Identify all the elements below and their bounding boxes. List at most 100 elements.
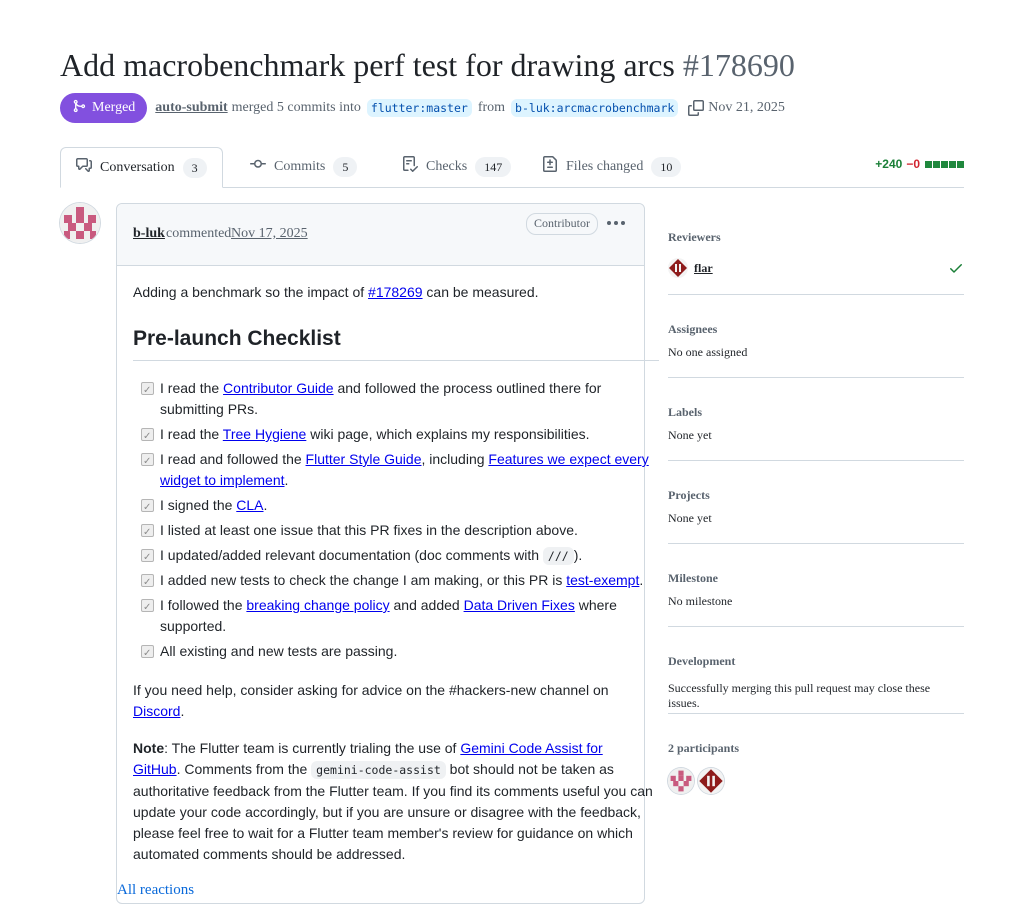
participant-avatar[interactable]: [668, 768, 694, 794]
divider: [668, 713, 964, 714]
test-exempt-link[interactable]: test-exempt: [566, 572, 639, 588]
git-merge-icon: [72, 99, 86, 118]
checklist-heading: Pre-launch Checklist: [133, 326, 659, 361]
list-item: I signed the CLA.: [141, 495, 660, 518]
note-paragraph: Note: The Flutter team is currently tria…: [133, 740, 653, 862]
labels-value: None yet: [668, 428, 712, 442]
tab-commits[interactable]: Commits 5: [250, 147, 358, 186]
divider: [668, 543, 964, 544]
tab-files-changed[interactable]: Files changed 10: [542, 147, 682, 186]
pr-title: Add macrobenchmark perf test for drawing…: [60, 47, 675, 83]
reviewer-row: flar: [668, 257, 964, 279]
pr-meta: Merged auto-submit merged 5 commits into…: [60, 93, 785, 123]
reviewers-heading[interactable]: Reviewers: [668, 230, 964, 245]
comment-author[interactable]: b-luk: [133, 226, 165, 242]
participants-list: [668, 768, 964, 794]
avatar[interactable]: [60, 203, 100, 243]
tab-counter: 3: [182, 157, 207, 178]
comment-header: b-luk commented Nov 17, 2025 Contributor: [117, 204, 644, 266]
task-checkbox[interactable]: [141, 572, 154, 593]
reviewer-avatar[interactable]: [668, 258, 688, 278]
additions-count: +240: [875, 157, 903, 171]
deletions-count: −0: [906, 157, 920, 171]
inline-code: ///: [542, 547, 574, 565]
comment-action: commented: [166, 226, 232, 241]
comment-date[interactable]: Nov 17, 2025: [231, 226, 308, 242]
copy-icon[interactable]: [688, 100, 705, 116]
tab-conversation[interactable]: Conversation 3: [60, 147, 223, 188]
task-checkbox[interactable]: [141, 380, 154, 401]
comment-discussion-icon: [76, 157, 92, 178]
labels-heading[interactable]: Labels: [668, 405, 964, 420]
file-diff-icon: [542, 156, 558, 177]
checklist-icon: [402, 156, 419, 177]
participant-avatar[interactable]: [698, 768, 724, 794]
task-checkbox[interactable]: [141, 522, 154, 543]
all-reactions-link[interactable]: All reactions: [117, 882, 194, 899]
discord-link[interactable]: Discord: [133, 703, 180, 719]
diffstat-bar: [924, 157, 964, 171]
issue-link[interactable]: #178269: [368, 284, 423, 300]
tab-label: Checks: [426, 158, 468, 174]
tab-label: Files changed: [566, 158, 644, 174]
help-paragraph: If you need help, consider asking for ad…: [133, 682, 609, 719]
page-title: Add macrobenchmark perf test for drawing…: [60, 44, 795, 86]
task-checkbox[interactable]: [141, 547, 154, 568]
head-branch[interactable]: b-luk:arcmacrobenchmark: [511, 99, 679, 117]
list-item: I read the Tree Hygiene wiki page, which…: [141, 424, 660, 447]
contributor-guide-link[interactable]: Contributor Guide: [223, 380, 334, 396]
assignees-value: No one assigned: [668, 345, 748, 359]
tab-label: Commits: [274, 158, 326, 174]
list-item: I read and followed the Flutter Style Gu…: [141, 449, 660, 491]
list-item: I listed at least one issue that this PR…: [141, 520, 660, 543]
divider: [668, 294, 964, 295]
check-icon: [948, 260, 964, 281]
kebab-horizontal-icon[interactable]: [605, 214, 627, 232]
data-driven-fixes-link[interactable]: Data Driven Fixes: [464, 597, 575, 613]
task-checkbox[interactable]: [141, 426, 154, 447]
from-text: from: [477, 100, 506, 115]
intro-paragraph: Adding a benchmark so the impact of #178…: [133, 284, 539, 300]
list-item: I read the Contributor Guide and followe…: [141, 378, 660, 420]
comment-box: b-luk commented Nov 17, 2025 Contributor…: [116, 203, 659, 904]
state-label: Merged: [92, 100, 136, 115]
style-guide-link[interactable]: Flutter Style Guide: [306, 451, 422, 467]
breaking-change-link[interactable]: breaking change policy: [246, 597, 389, 613]
assignees-heading[interactable]: Assignees: [668, 322, 964, 337]
divider: [668, 460, 964, 461]
merger-link[interactable]: auto-submit: [155, 100, 227, 116]
divider: [668, 377, 964, 378]
task-checkbox[interactable]: [141, 451, 154, 472]
task-checkbox[interactable]: [141, 643, 154, 664]
base-branch[interactable]: flutter:master: [366, 99, 472, 117]
list-item: All existing and new tests are passing.: [141, 641, 660, 664]
development-value: Successfully merging this pull request m…: [668, 681, 931, 710]
tab-label: Conversation: [100, 159, 175, 175]
task-checkbox[interactable]: [141, 497, 154, 518]
merged-state-badge: Merged: [60, 93, 148, 123]
contributor-badge: Contributor: [526, 213, 598, 235]
tab-counter: 5: [333, 156, 358, 177]
tree-hygiene-link[interactable]: Tree Hygiene: [223, 426, 307, 442]
pr-tabs: Conversation 3 Commits 5 Checks 147 File…: [60, 147, 964, 188]
list-item: I added new tests to check the change I …: [141, 570, 680, 593]
git-commit-icon: [250, 156, 266, 177]
diffstat: +240 −0: [875, 157, 964, 171]
projects-value: None yet: [668, 511, 712, 525]
list-item: I updated/added relevant documentation (…: [141, 545, 660, 568]
participants-heading: 2 participants: [668, 741, 740, 755]
merged-text: merged 5 commits into: [231, 100, 361, 115]
milestone-value: No milestone: [668, 594, 733, 608]
task-checkbox[interactable]: [141, 597, 154, 618]
tab-checks[interactable]: Checks 147: [402, 147, 512, 186]
projects-heading[interactable]: Projects: [668, 488, 964, 503]
reviewer-link[interactable]: flar: [694, 261, 713, 276]
merge-date: Nov 21, 2025: [708, 100, 785, 115]
list-item: I followed the breaking change policy an…: [141, 595, 660, 637]
inline-code: gemini-code-assist: [311, 761, 446, 779]
tab-counter: 147: [475, 156, 512, 177]
development-heading[interactable]: Development: [668, 654, 964, 669]
cla-link[interactable]: CLA: [236, 497, 263, 513]
pr-number: #178690: [682, 47, 795, 83]
milestone-heading[interactable]: Milestone: [668, 571, 964, 586]
